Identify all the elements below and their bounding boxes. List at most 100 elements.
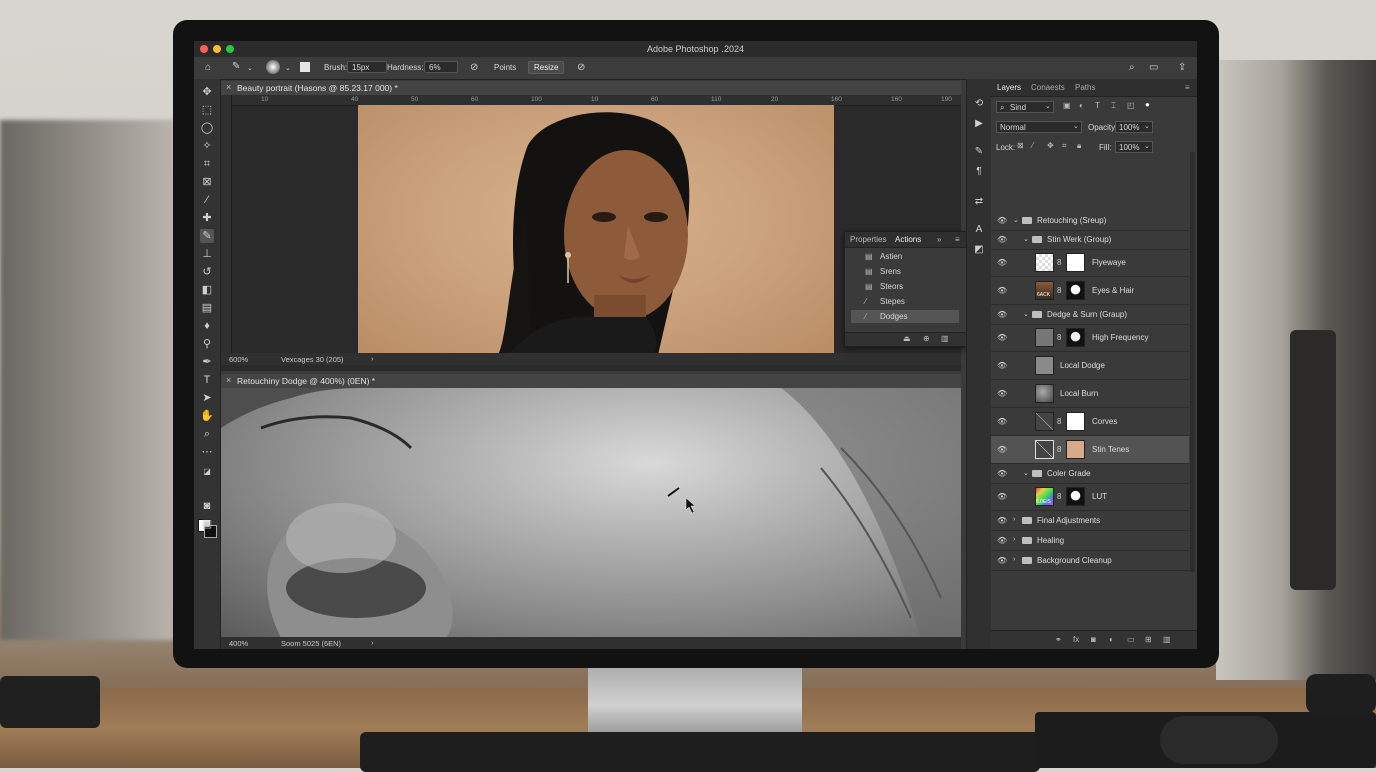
add-mask-icon[interactable]: ◙: [1091, 635, 1096, 644]
layer-row[interactable]: 👁︎ 6.0EIS 8 LUT: [991, 483, 1189, 511]
action-item-selected[interactable]: ⁄ Dodges: [851, 310, 959, 323]
chevron-down-icon[interactable]: ⌄: [247, 64, 253, 74]
close-document-icon[interactable]: ×: [226, 82, 231, 92]
layer-row[interactable]: 👁︎ 8 High Frequency: [991, 324, 1189, 352]
brush-preview-icon[interactable]: [266, 60, 280, 74]
panel-menu-icon[interactable]: ≡: [1185, 83, 1190, 92]
eye-icon[interactable]: 👁︎: [997, 445, 1007, 454]
brush-tool-preset-icon[interactable]: ✎: [232, 62, 240, 72]
glyphs-icon[interactable]: ◩: [972, 243, 986, 257]
layer-style-icon[interactable]: fx: [1073, 635, 1079, 644]
brush-settings-icon[interactable]: ✎: [972, 145, 986, 159]
layer-group-row[interactable]: 👁︎ ⌄ Dedge & Surn (Graup): [991, 305, 1189, 325]
lock-all-icon[interactable]: 🔒︎: [1077, 141, 1081, 151]
portrait-canvas[interactable]: [358, 105, 834, 355]
eye-icon[interactable]: 👁︎: [997, 389, 1007, 398]
zoom-readout[interactable]: 600%: [229, 355, 248, 364]
trash-icon[interactable]: ▥: [1163, 635, 1171, 644]
skin-closeup-canvas[interactable]: [221, 388, 961, 638]
chevron-right-icon[interactable]: ›: [1013, 556, 1015, 563]
link-icon[interactable]: 8: [1057, 492, 1061, 501]
default-colors-icon[interactable]: ◪: [200, 465, 214, 479]
tab-paths[interactable]: Paths: [1075, 83, 1095, 92]
action-item[interactable]: ▤ Srens: [851, 265, 959, 278]
lock-paint-icon[interactable]: ⁄: [1032, 141, 1033, 150]
more-tools-icon[interactable]: ⋯: [200, 445, 214, 459]
chevron-down-icon[interactable]: ⌄: [1023, 469, 1029, 477]
fill-field[interactable]: 100% ⌄: [1115, 141, 1153, 153]
new-action-icon[interactable]: ⊕: [923, 334, 930, 343]
zoom-readout[interactable]: 400%: [229, 639, 248, 648]
eye-icon[interactable]: 👁︎: [997, 516, 1007, 525]
quick-mask-icon[interactable]: ◙: [200, 499, 214, 513]
layer-row[interactable]: 👁︎ 6ACK 8 Eyes & Hair: [991, 277, 1189, 305]
crop-tool-icon[interactable]: ⌗: [200, 157, 214, 171]
link-icon[interactable]: 8: [1057, 445, 1061, 454]
character-icon[interactable]: A: [972, 223, 986, 237]
type-tool-icon[interactable]: T: [200, 373, 214, 387]
chevron-right-icon[interactable]: ›: [1013, 536, 1015, 543]
eye-icon[interactable]: 👁︎: [997, 235, 1007, 244]
zoom-tool-icon[interactable]: ⌕: [200, 427, 214, 441]
eye-icon[interactable]: 👁︎: [997, 216, 1007, 225]
link-icon[interactable]: 8: [1057, 333, 1061, 342]
resize-button[interactable]: Resize: [528, 61, 565, 74]
hand-tool-icon[interactable]: ✋: [200, 409, 214, 423]
layer-row[interactable]: 👁︎ 8 Flyewaye: [991, 249, 1189, 277]
pen-tool-icon[interactable]: ✒: [200, 355, 214, 369]
pixel-filter-icon[interactable]: ▣: [1063, 101, 1071, 110]
layer-group-row[interactable]: 👁︎ ⌄ Coler Grade: [991, 464, 1189, 484]
lock-transparency-icon[interactable]: ⊠: [1017, 141, 1024, 150]
airbrush-icon[interactable]: ⊘: [470, 63, 478, 73]
eye-icon[interactable]: 👁︎: [997, 361, 1007, 370]
layer-row[interactable]: 👁︎ Local Dodge: [991, 352, 1189, 380]
adjustment-layer-icon[interactable]: ◐: [1109, 635, 1114, 644]
eye-icon[interactable]: 👁︎: [997, 286, 1007, 295]
blend-mode-select[interactable]: Normal ⌄: [996, 121, 1082, 133]
chevron-down-icon[interactable]: ⌄: [1023, 310, 1029, 318]
new-layer-icon[interactable]: ⊞: [1145, 635, 1152, 644]
layer-row[interactable]: 👁︎ Local Burn: [991, 380, 1189, 408]
tab-actions[interactable]: Actions: [895, 235, 921, 244]
shape-filter-icon[interactable]: ⌶: [1111, 101, 1116, 111]
frame-tool-icon[interactable]: ⊠: [200, 175, 214, 189]
paragraph-icon[interactable]: ¶: [972, 165, 986, 179]
brush-size-field[interactable]: 15px: [347, 61, 387, 73]
workspace-icon[interactable]: ▭: [1149, 63, 1158, 73]
lock-artboard-icon[interactable]: ⌗: [1062, 141, 1067, 151]
layer-filter-select[interactable]: ⌕ Sind ⌄: [996, 101, 1054, 113]
chevron-right-icon[interactable]: ›: [1013, 516, 1015, 523]
healing-tool-icon[interactable]: ✚: [200, 211, 214, 225]
path-select-tool-icon[interactable]: ➤: [200, 391, 214, 405]
dodge-tool-icon[interactable]: ⚲: [200, 337, 214, 351]
link-layers-icon[interactable]: ⚭: [1055, 635, 1062, 644]
history-brush-tool-icon[interactable]: ↺: [200, 265, 214, 279]
brush-settings-icon[interactable]: [300, 62, 310, 72]
layer-group-row[interactable]: 👁︎ › Background Cleanup: [991, 551, 1189, 571]
smart-object-filter-icon[interactable]: ◰: [1127, 101, 1135, 110]
eye-icon[interactable]: 👁︎: [997, 258, 1007, 267]
lock-position-icon[interactable]: ✥: [1047, 141, 1054, 150]
chevron-down-icon[interactable]: ⌄: [1023, 235, 1029, 243]
screen-mode-icon[interactable]: ▣: [200, 517, 214, 531]
new-group-icon[interactable]: ▭: [1127, 635, 1135, 644]
eye-icon[interactable]: 👁︎: [997, 333, 1007, 342]
chevron-down-icon[interactable]: ⌄: [1013, 216, 1019, 224]
points-label[interactable]: Points: [494, 63, 516, 72]
type-filter-icon[interactable]: T: [1095, 101, 1100, 110]
share-icon[interactable]: ⇪: [1178, 63, 1186, 73]
eye-icon[interactable]: 👁︎: [997, 469, 1007, 478]
eye-icon[interactable]: 👁︎: [997, 492, 1007, 501]
action-item[interactable]: ▤ Astien: [851, 250, 959, 263]
brush-tool-icon[interactable]: ✎: [200, 229, 214, 243]
lasso-tool-icon[interactable]: ◯: [200, 121, 214, 135]
pressure-icon[interactable]: ⊘: [577, 63, 585, 73]
expand-panel-icon[interactable]: »: [937, 235, 941, 244]
panel-menu-icon[interactable]: ≡: [955, 235, 960, 244]
close-document-icon[interactable]: ×: [226, 375, 231, 385]
play-icon[interactable]: ▶: [972, 117, 986, 131]
link-icon[interactable]: 8: [1057, 258, 1061, 267]
eye-icon[interactable]: 👁︎: [997, 536, 1007, 545]
action-item[interactable]: ▤ Steors: [851, 280, 959, 293]
opacity-field[interactable]: 100% ⌄: [1115, 121, 1153, 133]
